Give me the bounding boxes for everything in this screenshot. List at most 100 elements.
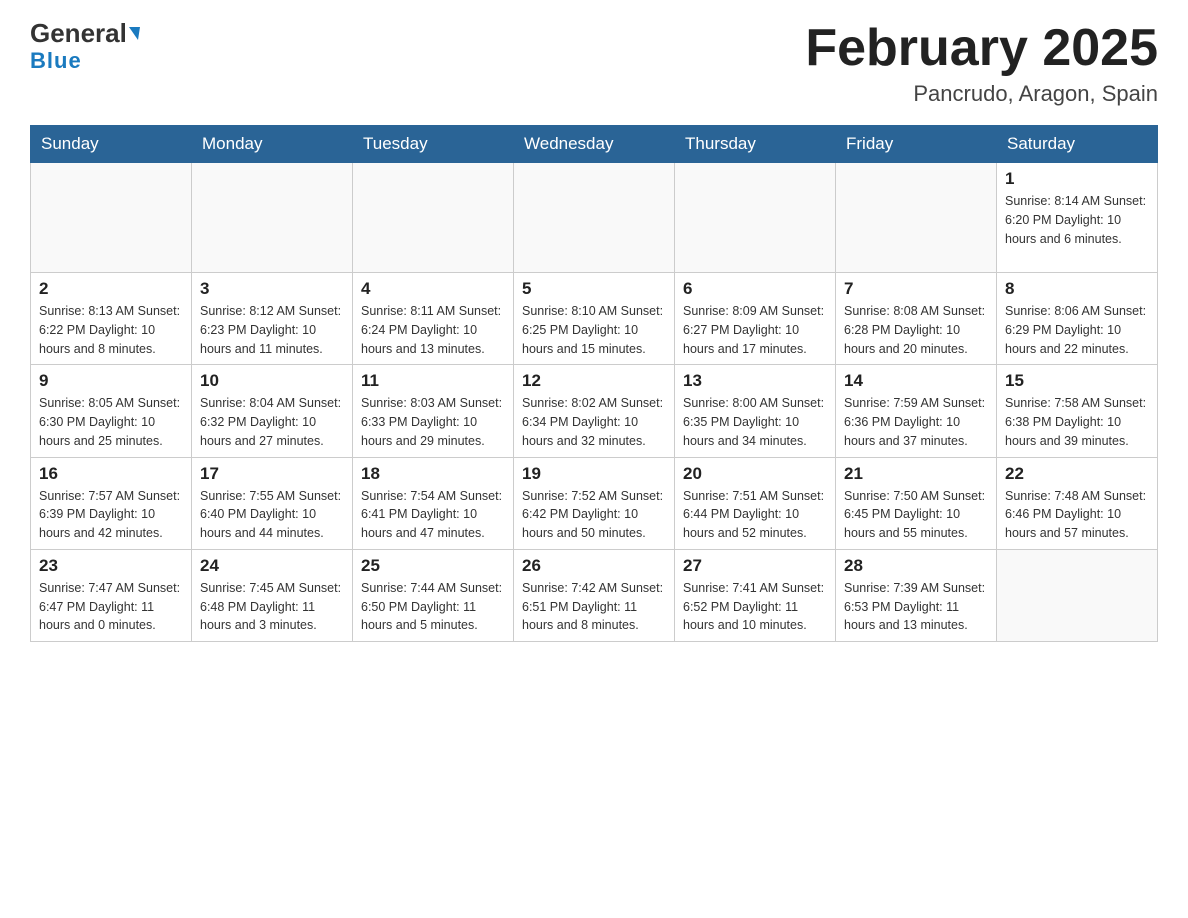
calendar-cell xyxy=(31,163,192,273)
weekday-header-wednesday: Wednesday xyxy=(514,126,675,163)
day-info: Sunrise: 7:57 AM Sunset: 6:39 PM Dayligh… xyxy=(39,487,183,543)
day-number: 23 xyxy=(39,556,183,576)
logo-triangle-icon xyxy=(129,27,140,40)
weekday-header-tuesday: Tuesday xyxy=(353,126,514,163)
day-number: 4 xyxy=(361,279,505,299)
calendar-cell: 9 Sunrise: 8:05 AM Sunset: 6:30 PM Daylig… xyxy=(31,365,192,457)
day-info: Sunrise: 7:51 AM Sunset: 6:44 PM Dayligh… xyxy=(683,487,827,543)
week-row-4: 16 Sunrise: 7:57 AM Sunset: 6:39 PM Dayli… xyxy=(31,457,1158,549)
day-info: Sunrise: 8:09 AM Sunset: 6:27 PM Dayligh… xyxy=(683,302,827,358)
week-row-1: 1 Sunrise: 8:14 AM Sunset: 6:20 PM Daylig… xyxy=(31,163,1158,273)
week-row-2: 2 Sunrise: 8:13 AM Sunset: 6:22 PM Daylig… xyxy=(31,273,1158,365)
day-info: Sunrise: 7:48 AM Sunset: 6:46 PM Dayligh… xyxy=(1005,487,1149,543)
calendar-cell: 4 Sunrise: 8:11 AM Sunset: 6:24 PM Daylig… xyxy=(353,273,514,365)
calendar-cell: 12 Sunrise: 8:02 AM Sunset: 6:34 PM Dayli… xyxy=(514,365,675,457)
day-info: Sunrise: 8:05 AM Sunset: 6:30 PM Dayligh… xyxy=(39,394,183,450)
day-info: Sunrise: 7:55 AM Sunset: 6:40 PM Dayligh… xyxy=(200,487,344,543)
calendar-cell: 7Sunrise: 8:08 AM Sunset: 6:28 PM Daylig… xyxy=(836,273,997,365)
day-info: Sunrise: 8:10 AM Sunset: 6:25 PM Dayligh… xyxy=(522,302,666,358)
calendar-cell xyxy=(836,163,997,273)
day-number: 18 xyxy=(361,464,505,484)
day-info: Sunrise: 7:45 AM Sunset: 6:48 PM Dayligh… xyxy=(200,579,344,635)
calendar-cell: 3 Sunrise: 8:12 AM Sunset: 6:23 PM Daylig… xyxy=(192,273,353,365)
day-number: 20 xyxy=(683,464,827,484)
day-info: Sunrise: 7:50 AM Sunset: 6:45 PM Dayligh… xyxy=(844,487,988,543)
calendar-cell: 5 Sunrise: 8:10 AM Sunset: 6:25 PM Daylig… xyxy=(514,273,675,365)
calendar-cell xyxy=(997,549,1158,641)
day-number: 15 xyxy=(1005,371,1149,391)
day-number: 10 xyxy=(200,371,344,391)
calendar-cell xyxy=(514,163,675,273)
day-info: Sunrise: 7:42 AM Sunset: 6:51 PM Dayligh… xyxy=(522,579,666,635)
day-info: Sunrise: 8:14 AM Sunset: 6:20 PM Dayligh… xyxy=(1005,192,1149,248)
calendar-cell: 15 Sunrise: 7:58 AM Sunset: 6:38 PM Dayli… xyxy=(997,365,1158,457)
day-number: 27 xyxy=(683,556,827,576)
day-number: 11 xyxy=(361,371,505,391)
day-number: 5 xyxy=(522,279,666,299)
day-info: Sunrise: 7:41 AM Sunset: 6:52 PM Dayligh… xyxy=(683,579,827,635)
calendar-cell: 20 Sunrise: 7:51 AM Sunset: 6:44 PM Dayli… xyxy=(675,457,836,549)
title-area: February 2025 Pancrudo, Aragon, Spain xyxy=(805,20,1158,107)
day-number: 13 xyxy=(683,371,827,391)
calendar-cell: 23 Sunrise: 7:47 AM Sunset: 6:47 PM Dayli… xyxy=(31,549,192,641)
day-info: Sunrise: 7:54 AM Sunset: 6:41 PM Dayligh… xyxy=(361,487,505,543)
day-number: 14 xyxy=(844,371,988,391)
day-info: Sunrise: 8:04 AM Sunset: 6:32 PM Dayligh… xyxy=(200,394,344,450)
day-number: 26 xyxy=(522,556,666,576)
week-row-5: 23 Sunrise: 7:47 AM Sunset: 6:47 PM Dayli… xyxy=(31,549,1158,641)
day-number: 1 xyxy=(1005,169,1149,189)
calendar-cell: 17 Sunrise: 7:55 AM Sunset: 6:40 PM Dayli… xyxy=(192,457,353,549)
calendar-cell: 25Sunrise: 7:44 AM Sunset: 6:50 PM Dayli… xyxy=(353,549,514,641)
day-info: Sunrise: 8:03 AM Sunset: 6:33 PM Dayligh… xyxy=(361,394,505,450)
day-number: 21 xyxy=(844,464,988,484)
calendar-cell: 13 Sunrise: 8:00 AM Sunset: 6:35 PM Dayli… xyxy=(675,365,836,457)
weekday-header-sunday: Sunday xyxy=(31,126,192,163)
day-number: 7 xyxy=(844,279,988,299)
calendar-cell: 8 Sunrise: 8:06 AM Sunset: 6:29 PM Daylig… xyxy=(997,273,1158,365)
weekday-header-thursday: Thursday xyxy=(675,126,836,163)
calendar-cell: 10 Sunrise: 8:04 AM Sunset: 6:32 PM Dayli… xyxy=(192,365,353,457)
logo-general: General xyxy=(30,20,140,46)
day-number: 8 xyxy=(1005,279,1149,299)
weekday-header-friday: Friday xyxy=(836,126,997,163)
calendar-cell: 18 Sunrise: 7:54 AM Sunset: 6:41 PM Dayli… xyxy=(353,457,514,549)
calendar-cell xyxy=(353,163,514,273)
day-info: Sunrise: 7:39 AM Sunset: 6:53 PM Dayligh… xyxy=(844,579,988,635)
day-number: 6 xyxy=(683,279,827,299)
day-info: Sunrise: 7:59 AM Sunset: 6:36 PM Dayligh… xyxy=(844,394,988,450)
day-number: 24 xyxy=(200,556,344,576)
day-info: Sunrise: 8:11 AM Sunset: 6:24 PM Dayligh… xyxy=(361,302,505,358)
day-number: 3 xyxy=(200,279,344,299)
calendar-cell: 21 Sunrise: 7:50 AM Sunset: 6:45 PM Dayli… xyxy=(836,457,997,549)
weekday-header-row: SundayMondayTuesdayWednesdayThursdayFrid… xyxy=(31,126,1158,163)
calendar-cell: 26 Sunrise: 7:42 AM Sunset: 6:51 PM Dayli… xyxy=(514,549,675,641)
day-number: 28 xyxy=(844,556,988,576)
day-info: Sunrise: 7:58 AM Sunset: 6:38 PM Dayligh… xyxy=(1005,394,1149,450)
day-number: 19 xyxy=(522,464,666,484)
calendar-cell: 6 Sunrise: 8:09 AM Sunset: 6:27 PM Daylig… xyxy=(675,273,836,365)
day-number: 9 xyxy=(39,371,183,391)
calendar-table: SundayMondayTuesdayWednesdayThursdayFrid… xyxy=(30,125,1158,642)
week-row-3: 9 Sunrise: 8:05 AM Sunset: 6:30 PM Daylig… xyxy=(31,365,1158,457)
day-number: 12 xyxy=(522,371,666,391)
calendar-cell: 28 Sunrise: 7:39 AM Sunset: 6:53 PM Dayli… xyxy=(836,549,997,641)
day-number: 2 xyxy=(39,279,183,299)
day-info: Sunrise: 8:13 AM Sunset: 6:22 PM Dayligh… xyxy=(39,302,183,358)
calendar-cell xyxy=(675,163,836,273)
day-number: 16 xyxy=(39,464,183,484)
calendar-cell: 14 Sunrise: 7:59 AM Sunset: 6:36 PM Dayli… xyxy=(836,365,997,457)
day-info: Sunrise: 8:00 AM Sunset: 6:35 PM Dayligh… xyxy=(683,394,827,450)
day-number: 25 xyxy=(361,556,505,576)
location: Pancrudo, Aragon, Spain xyxy=(805,81,1158,107)
calendar-cell: 27 Sunrise: 7:41 AM Sunset: 6:52 PM Dayli… xyxy=(675,549,836,641)
logo-blue: Blue xyxy=(30,48,82,74)
day-number: 17 xyxy=(200,464,344,484)
day-info: Sunrise: 8:06 AM Sunset: 6:29 PM Dayligh… xyxy=(1005,302,1149,358)
calendar-cell: 2 Sunrise: 8:13 AM Sunset: 6:22 PM Daylig… xyxy=(31,273,192,365)
calendar-cell: 19Sunrise: 7:52 AM Sunset: 6:42 PM Dayli… xyxy=(514,457,675,549)
calendar-cell: 24 Sunrise: 7:45 AM Sunset: 6:48 PM Dayli… xyxy=(192,549,353,641)
day-info: Sunrise: 8:12 AM Sunset: 6:23 PM Dayligh… xyxy=(200,302,344,358)
day-info: Sunrise: 8:02 AM Sunset: 6:34 PM Dayligh… xyxy=(522,394,666,450)
day-info: Sunrise: 7:47 AM Sunset: 6:47 PM Dayligh… xyxy=(39,579,183,635)
logo: General Blue xyxy=(30,20,140,74)
